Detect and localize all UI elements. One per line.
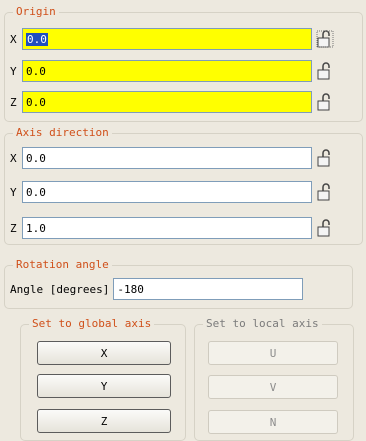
origin-x-label: X — [10, 32, 17, 46]
direction-y-value: 0.0 — [26, 185, 46, 199]
local-n-button[interactable]: N — [208, 410, 338, 434]
global-z-button[interactable]: Z — [37, 409, 171, 433]
angle-field[interactable]: -180 — [113, 278, 304, 300]
origin-y-row: Y 0.0 — [10, 60, 336, 82]
rotation-angle-legend: Rotation angle — [13, 258, 112, 272]
direction-z-value: 1.0 — [26, 221, 46, 235]
angle-row: Angle [degrees] -180 — [10, 278, 304, 300]
unlock-icon[interactable] — [314, 147, 336, 169]
angle-value: -180 — [117, 282, 144, 296]
axis-direction-legend: Axis direction — [13, 126, 112, 140]
origin-z-label: Z — [10, 95, 17, 109]
global-y-button[interactable]: Y — [37, 374, 171, 398]
unlock-icon[interactable] — [314, 91, 336, 113]
origin-x-field[interactable]: 0.0 — [22, 28, 312, 50]
origin-x-value: 0.0 — [26, 32, 48, 46]
direction-x-field[interactable]: 0.0 — [22, 147, 312, 169]
origin-z-field[interactable]: 0.0 — [22, 91, 312, 113]
local-u-button[interactable]: U — [208, 341, 338, 365]
direction-y-row: Y 0.0 — [10, 181, 336, 203]
local-axis-legend: Set to local axis — [203, 317, 322, 331]
direction-y-label: Y — [10, 185, 17, 199]
global-x-button[interactable]: X — [37, 341, 171, 365]
unlock-icon[interactable] — [314, 181, 336, 203]
origin-z-row: Z 0.0 — [10, 91, 336, 113]
origin-y-field[interactable]: 0.0 — [22, 60, 312, 82]
direction-x-row: X 0.0 — [10, 147, 336, 169]
direction-x-label: X — [10, 151, 17, 165]
origin-x-row: X 0.0 — [10, 28, 336, 50]
direction-x-value: 0.0 — [26, 151, 46, 165]
origin-legend: Origin — [13, 5, 59, 19]
angle-label: Angle [degrees] — [10, 282, 110, 296]
local-v-button[interactable]: V — [208, 375, 338, 399]
origin-y-label: Y — [10, 64, 17, 78]
direction-z-row: Z 1.0 — [10, 217, 336, 239]
unlock-icon[interactable] — [314, 217, 336, 239]
global-axis-legend: Set to global axis — [29, 317, 155, 331]
direction-z-label: Z — [10, 221, 17, 235]
origin-z-value: 0.0 — [26, 95, 46, 109]
origin-y-value: 0.0 — [26, 64, 46, 78]
direction-z-field[interactable]: 1.0 — [22, 217, 312, 239]
unlock-icon[interactable] — [314, 28, 336, 50]
unlock-icon[interactable] — [314, 60, 336, 82]
direction-y-field[interactable]: 0.0 — [22, 181, 312, 203]
